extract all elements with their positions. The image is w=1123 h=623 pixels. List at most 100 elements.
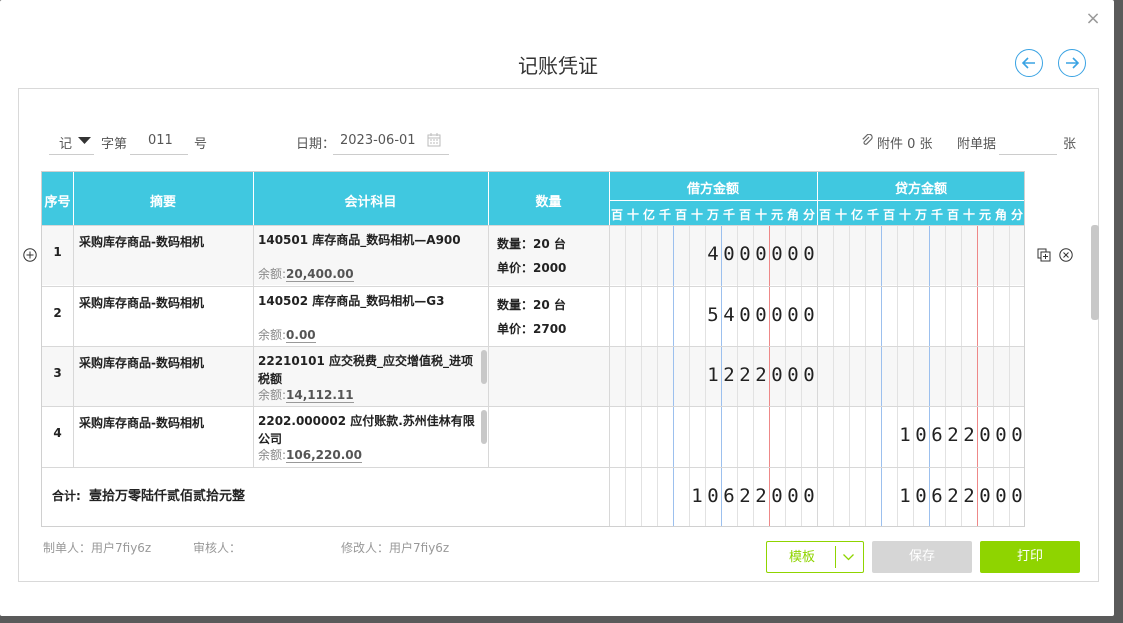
close-icon[interactable]: ×: [1084, 8, 1102, 30]
digit-col-line: [897, 225, 898, 526]
add-row-icon[interactable]: [23, 248, 37, 262]
balance-label: 余额:: [258, 328, 287, 342]
prev-voucher-button[interactable]: [1015, 49, 1043, 77]
debit-digit: 0: [787, 304, 799, 326]
date-value: 2023-06-01: [340, 133, 416, 148]
total-debit-digit: 6: [723, 485, 735, 507]
total-debit-digit: 0: [787, 485, 799, 507]
row-seq: 4: [53, 426, 62, 440]
delete-row-icon[interactable]: [1059, 248, 1073, 262]
row-account[interactable]: 2202.000002 应付账款.苏州佳林有限公司: [258, 412, 480, 448]
row-quantity: 数量：20 台: [497, 237, 566, 251]
digit-col-line: [929, 225, 930, 526]
total-debit-digit: 0: [803, 485, 815, 507]
row-line: [42, 467, 1024, 468]
row-line: [42, 346, 1024, 347]
debit-digit: 2: [723, 364, 735, 386]
row-account[interactable]: 140501 库存商品_数码相机—A900: [258, 231, 480, 249]
digit-col-line: [993, 225, 994, 526]
row-quantity: 数量：20 台: [497, 298, 566, 312]
row-seq: 2: [53, 306, 62, 320]
debit-digit: 2: [755, 364, 767, 386]
digit-col-line: [641, 225, 642, 526]
row-summary[interactable]: 采购库存商品-数码相机: [79, 414, 249, 431]
digit-col-line: [913, 225, 914, 526]
header-credit: 贷方金额: [894, 182, 947, 197]
debit-digit: 0: [755, 304, 767, 326]
attach-docs-unit: 张: [1063, 137, 1077, 152]
debit-digit-header: 亿: [642, 208, 655, 222]
credit-digit-header: 百: [946, 208, 959, 222]
total-credit-digit: 2: [947, 485, 959, 507]
col-line: [817, 467, 818, 526]
credit-digit: 6: [931, 424, 943, 446]
digit-col-line: [689, 225, 690, 526]
debit-digit: 0: [803, 304, 815, 326]
balance-label: 余额:: [258, 448, 287, 462]
total-label: 合计:: [52, 489, 81, 503]
word-label: 字第: [101, 137, 128, 152]
debit-digit: 0: [787, 243, 799, 265]
account-scrollbar[interactable]: [481, 350, 487, 384]
number-unit: 号: [194, 137, 208, 152]
chevron-down-icon[interactable]: [843, 554, 854, 561]
credit-digit-header: 十: [962, 208, 975, 222]
header-summary: 摘要: [149, 195, 176, 210]
print-button[interactable]: 打印: [980, 541, 1080, 573]
row-summary[interactable]: 采购库存商品-数码相机: [79, 233, 249, 250]
row-balance: 余额:106,220.00: [258, 446, 362, 463]
row-account[interactable]: 140502 库存商品_数码相机—G3: [258, 292, 480, 310]
debit-digit: 0: [787, 364, 799, 386]
credit-digit: 2: [963, 424, 975, 446]
row-summary[interactable]: 采购库存商品-数码相机: [79, 294, 249, 311]
debit-digit-header: 百: [674, 208, 687, 222]
header-col-line: [488, 172, 489, 225]
digit-col-line: [881, 225, 882, 526]
attachment-link[interactable]: 附件 0 张: [877, 133, 933, 152]
credit-digit-header: 角: [994, 208, 1007, 222]
debit-digit: 0: [739, 243, 751, 265]
attach-docs-label: 附单据: [957, 137, 997, 152]
debit-digit: 5: [707, 304, 719, 326]
account-scrollbar[interactable]: [481, 410, 487, 444]
credit-digit: 0: [979, 424, 991, 446]
header-quantity: 数量: [535, 195, 562, 210]
debit-digit-header: 十: [690, 208, 703, 222]
debit-digit: 4: [723, 304, 735, 326]
total-debit-digit: 0: [771, 485, 783, 507]
header-col-line: [609, 172, 610, 225]
next-voucher-button[interactable]: [1058, 49, 1086, 77]
copy-row-icon[interactable]: [1037, 248, 1051, 262]
row-summary[interactable]: 采购库存商品-数码相机: [79, 354, 249, 371]
template-label: 模板: [788, 550, 815, 565]
credit-digit-header: 十: [834, 208, 847, 222]
debit-digit: 1: [707, 364, 719, 386]
total-credit-digit: 1: [899, 485, 911, 507]
save-button[interactable]: 保存: [872, 541, 972, 573]
row-line: [42, 225, 1024, 226]
digit-col-line: [657, 225, 658, 526]
total-credit-digit: 0: [915, 485, 927, 507]
total-debit-digit: 2: [755, 485, 767, 507]
digit-col-line: [945, 225, 946, 526]
credit-digit-header: 亿: [850, 208, 863, 222]
header-debit: 借方金额: [686, 182, 739, 197]
row-unit-price: 单价：2000: [497, 261, 567, 275]
row-seq: 3: [53, 366, 62, 380]
template-button[interactable]: 模板: [766, 541, 864, 573]
attach-docs-input[interactable]: [999, 128, 1057, 155]
balance-value: 106,220.00: [286, 448, 362, 463]
table-scrollbar[interactable]: [1091, 225, 1099, 320]
row-line: [42, 286, 1024, 287]
row-account[interactable]: 22210101 应交税费_应交增值税_进项税额: [258, 352, 480, 388]
header-seq: 序号: [44, 195, 71, 210]
digit-col-line: [865, 225, 866, 526]
debit-digit: 0: [771, 243, 783, 265]
chevron-down-icon: [78, 137, 91, 144]
total-credit-digit: 2: [963, 485, 975, 507]
maker-label: 制单人：用户7fiy6z: [43, 541, 152, 555]
debit-digit-header: 十: [626, 208, 639, 222]
debit-digit-header: 万: [706, 208, 719, 222]
digit-col-line: [849, 225, 850, 526]
credit-digit-header: 分: [1010, 208, 1023, 222]
